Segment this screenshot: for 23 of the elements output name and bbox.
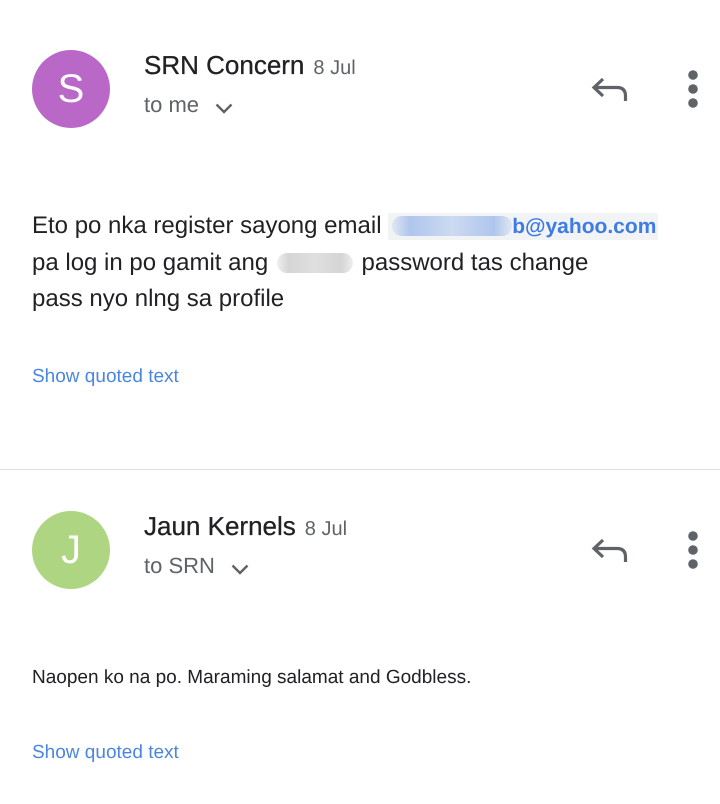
sender-avatar: S [32, 50, 110, 128]
message-body: Eto po nka register sayong email b@yahoo.com pa log in po gamit ang password tas change pass nyo nlng sa profile [32, 211, 658, 314]
message-date: 8 Jul [304, 517, 348, 542]
show-quoted-text-link[interactable]: Show quoted text [32, 365, 179, 389]
more-options-button[interactable] [688, 70, 698, 108]
more-options-button[interactable] [688, 531, 698, 569]
recipient-dropdown[interactable]: to SRN [144, 551, 249, 581]
more-options-icon [688, 70, 698, 108]
chevron-down-icon [230, 564, 249, 574]
reply-button[interactable] [591, 76, 628, 102]
show-quoted-text-link[interactable]: Show quoted text [32, 741, 179, 765]
more-options-icon [688, 531, 698, 569]
message-date: 8 Jul [313, 56, 356, 81]
reply-icon [591, 538, 628, 562]
reply-button[interactable] [591, 538, 628, 562]
sender-avatar: J [32, 511, 110, 589]
chevron-down-icon [215, 102, 234, 114]
reply-icon [591, 76, 628, 102]
sender-name: Jaun Kernels [144, 511, 296, 541]
message-body: Naopen ko na po. Maraming salamat and Godbless. [32, 666, 472, 690]
recipient-dropdown[interactable]: to me [144, 90, 234, 120]
email-link[interactable]: b@yahoo.com [388, 213, 658, 240]
sender-name: SRN Concern [144, 50, 304, 80]
